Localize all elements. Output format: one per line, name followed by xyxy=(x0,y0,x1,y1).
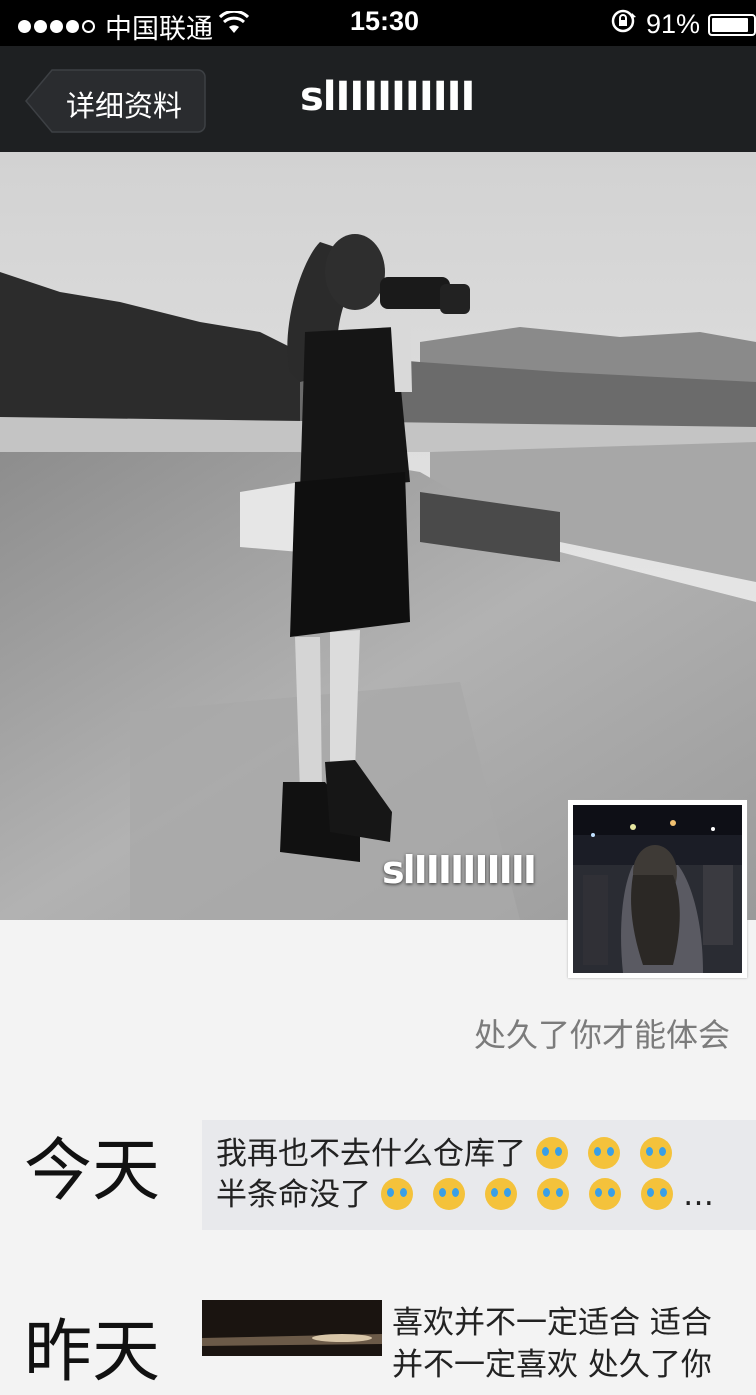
post-text: 我再也不去什么仓库了 半条命没了 … xyxy=(216,1134,756,1216)
timeline-day-today: 今天 xyxy=(24,1132,161,1211)
crying-face-emoji xyxy=(485,1178,517,1210)
crying-face-emoji xyxy=(537,1178,569,1210)
carrier-label: 中国联通 xyxy=(105,14,213,44)
battery-fill xyxy=(712,17,749,32)
crying-face-emoji xyxy=(588,1137,620,1169)
status-left: 中国联通 xyxy=(18,7,250,46)
post-thumbnail[interactable] xyxy=(202,1300,382,1356)
crying-face-emoji xyxy=(641,1178,673,1210)
clock: 15:30 xyxy=(350,6,420,36)
status-bar: 中国联通 15:30 91% xyxy=(0,0,756,46)
signal-strength-icon xyxy=(18,20,95,33)
crying-face-emoji xyxy=(536,1137,568,1169)
lock-rotation-icon xyxy=(610,7,638,42)
timeline-post[interactable]: 我再也不去什么仓库了 半条命没了 … xyxy=(202,1120,756,1230)
battery-percent: 91% xyxy=(645,9,700,39)
crying-face-emoji xyxy=(589,1178,621,1210)
status-right: 91% xyxy=(610,7,756,42)
navigation-bar: 详细资料 slIIIIIIIIII xyxy=(0,46,756,152)
timeline-day-yesterday: 昨天 xyxy=(24,1313,161,1392)
post-ellipsis: … xyxy=(683,1177,714,1213)
profile-signature: 处久了你才能体会 xyxy=(473,1016,730,1054)
back-button-label: 详细资料 xyxy=(66,89,183,123)
crying-face-emoji xyxy=(381,1178,413,1210)
avatar[interactable] xyxy=(568,800,747,978)
post-text-line2: 半条命没了 xyxy=(216,1177,371,1213)
post-text[interactable]: 喜欢并不一定适合 适合并不一定喜欢 处久了你 xyxy=(392,1302,732,1386)
battery-icon xyxy=(708,13,756,36)
cover-username: slIIIIIIIIII xyxy=(382,848,537,892)
wifi-icon xyxy=(218,9,250,42)
post-text-line1: 我再也不去什么仓库了 xyxy=(216,1136,526,1172)
crying-face-emoji xyxy=(433,1178,465,1210)
crying-face-emoji xyxy=(640,1137,672,1169)
page-title: slIIIIIIIIII xyxy=(300,74,475,120)
back-button[interactable]: 详细资料 xyxy=(24,69,206,133)
